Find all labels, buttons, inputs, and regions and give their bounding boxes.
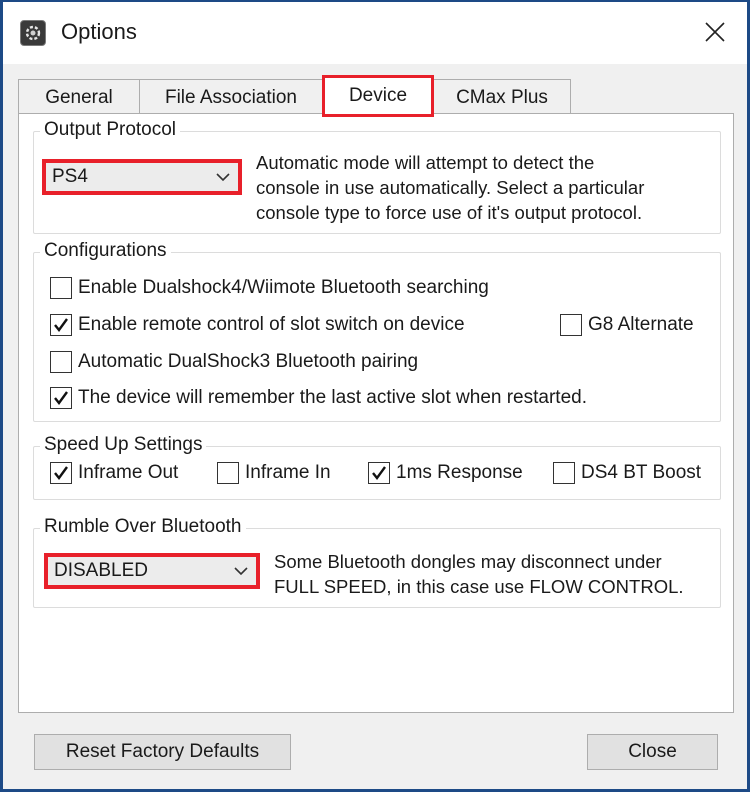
checkbox-label: G8 Alternate [588,314,694,335]
checkbox-label: 1ms Response [396,462,523,483]
checkbox-label: Inframe Out [78,462,179,483]
checkbox-box[interactable] [217,462,239,484]
output-protocol-label: Output Protocol [40,119,181,141]
desc-line: Automatic mode will attempt to detect th… [256,152,595,173]
title-bar[interactable]: Options [3,2,747,64]
output-protocol-select[interactable]: PS4 [42,159,242,195]
checkbox-box[interactable] [50,351,72,373]
checkbox-label: Enable Dualshock4/Wiimote Bluetooth sear… [78,277,489,298]
rumble-select[interactable]: DISABLED [44,553,260,589]
chevron-down-icon [234,567,248,576]
checkbox-remote-slot-switch[interactable]: Enable remote control of slot switch on … [50,314,465,336]
checkbox-box[interactable] [50,314,72,336]
speed-up-label: Speed Up Settings [40,434,207,456]
configurations-group: Configurations Enable Dualshock4/Wiimote… [33,240,721,422]
checkbox-box[interactable] [50,462,72,484]
check-icon [54,466,68,480]
check-icon [372,466,386,480]
tab-cmax-plus[interactable]: CMax Plus [433,79,571,115]
output-protocol-description: Automatic mode will attempt to detect th… [256,150,644,225]
device-tab-panel: Output Protocol PS4 Automatic mode will … [18,113,734,713]
gear-icon [20,20,46,46]
desc-line: console in use automatically. Select a p… [256,177,645,198]
close-button[interactable]: Close [587,734,718,770]
checkbox-inframe-out[interactable]: Inframe Out [50,462,178,484]
checkbox-box[interactable] [50,277,72,299]
checkbox-remember-slot[interactable]: The device will remember the last active… [50,387,587,409]
check-icon [54,391,68,405]
rumble-description: Some Bluetooth dongles may disconnect un… [274,549,684,599]
checkbox-label: DS4 BT Boost [581,462,702,483]
checkbox-label: Automatic DualShock3 Bluetooth pairing [78,351,419,372]
checkbox-ds3-pairing[interactable]: Automatic DualShock3 Bluetooth pairing [50,351,418,373]
chevron-down-icon [216,173,230,182]
checkbox-box[interactable] [368,462,390,484]
desc-line: console type to force use of it's output… [256,202,643,223]
close-icon[interactable] [701,18,729,46]
options-dialog: Options General File Association Device … [0,0,750,792]
desc-line: Some Bluetooth dongles may disconnect un… [274,551,662,572]
checkbox-box[interactable] [553,462,575,484]
configurations-label: Configurations [40,240,171,262]
rumble-value: DISABLED [54,560,148,581]
checkbox-bt-searching[interactable]: Enable Dualshock4/Wiimote Bluetooth sear… [50,277,489,299]
rumble-label: Rumble Over Bluetooth [40,516,246,538]
output-protocol-group: Output Protocol PS4 Automatic mode will … [33,119,721,234]
checkbox-label: Enable remote control of slot switch on … [78,314,465,335]
checkbox-inframe-in[interactable]: Inframe In [217,462,331,484]
checkbox-box[interactable] [560,314,582,336]
tab-file-association[interactable]: File Association [139,79,323,115]
checkbox-label: Inframe In [245,462,331,483]
checkbox-1ms-response[interactable]: 1ms Response [368,462,523,484]
check-icon [54,318,68,332]
tab-device[interactable]: Device [322,75,434,117]
speed-up-group: Speed Up Settings Inframe Out Inframe In… [33,434,721,500]
checkbox-box[interactable] [50,387,72,409]
desc-line: FULL SPEED, in this case use FLOW CONTRO… [274,576,684,597]
rumble-group: Rumble Over Bluetooth DISABLED Some Blue… [33,516,721,608]
checkbox-ds4-bt-boost[interactable]: DS4 BT Boost [553,462,701,484]
tab-general[interactable]: General [18,79,140,115]
checkbox-label: The device will remember the last active… [78,387,587,408]
window-title: Options [61,19,137,44]
checkbox-g8-alternate[interactable]: G8 Alternate [560,314,694,336]
output-protocol-value: PS4 [52,166,88,187]
reset-factory-defaults-button[interactable]: Reset Factory Defaults [34,734,291,770]
